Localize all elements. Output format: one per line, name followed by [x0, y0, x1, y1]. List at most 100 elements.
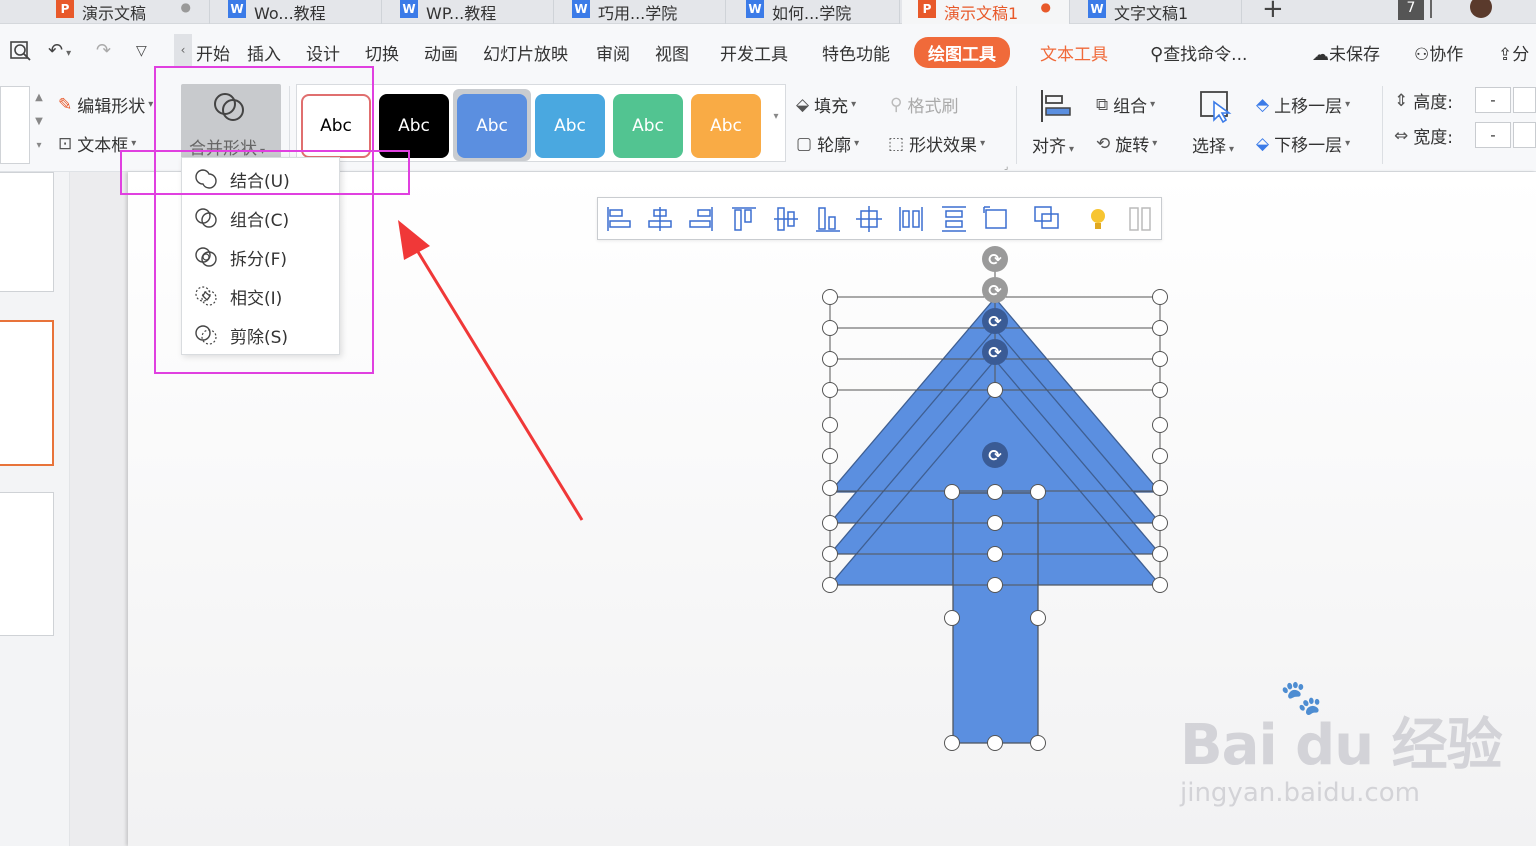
menu-review[interactable]: 审阅 — [596, 40, 630, 65]
tab-doc-3[interactable]: W WP...教程 — [384, 0, 554, 24]
avatar[interactable] — [1470, 0, 1492, 18]
collaborate-button[interactable]: ⚇协作 — [1414, 40, 1463, 65]
scroll-left-icon[interactable]: ‹ — [174, 34, 192, 66]
resize-handle[interactable] — [822, 320, 838, 336]
resize-handle[interactable] — [1030, 484, 1046, 500]
resize-handle[interactable] — [822, 351, 838, 367]
align-to-slide-icon[interactable] — [983, 206, 1007, 229]
distribute-horizontal-icon[interactable] — [899, 207, 923, 231]
resize-handle[interactable] — [944, 610, 960, 626]
dialog-launcher-icon[interactable]: ⌟ — [1004, 162, 1008, 172]
resize-handle[interactable] — [1152, 480, 1168, 496]
distribute-vertical-icon[interactable] — [942, 206, 966, 232]
resize-handle[interactable] — [944, 735, 960, 751]
resize-handle[interactable] — [1030, 610, 1046, 626]
undo-icon[interactable]: ↶ ▾ — [48, 40, 71, 61]
close-dot-icon[interactable]: ● — [181, 0, 191, 14]
align-bottom-icon[interactable] — [816, 207, 840, 232]
slide-thumbnail-selected[interactable] — [0, 320, 54, 466]
menu-design[interactable]: 设计 — [306, 40, 340, 65]
shape-gallery-preview[interactable] — [0, 86, 30, 164]
send-backward-button[interactable]: ⬙ 下移一层 ▾ — [1256, 131, 1350, 157]
menu-insert[interactable]: 插入 — [247, 40, 281, 65]
slide-thumbnail[interactable] — [0, 172, 54, 292]
style-sky[interactable]: Abc — [535, 94, 605, 158]
smart-suggest-icon[interactable] — [1091, 209, 1105, 229]
menu-slideshow[interactable]: 幻灯片放映 — [483, 40, 568, 65]
menu-developer[interactable]: 开发工具 — [720, 40, 788, 65]
rotate-handle-icon[interactable]: ⟳ — [982, 308, 1008, 334]
layout-panel-icon[interactable] — [1129, 207, 1151, 231]
menu-transition[interactable]: 切换 — [365, 40, 399, 65]
align-right-icon[interactable] — [689, 207, 713, 231]
resize-handle[interactable] — [1152, 515, 1168, 531]
style-blue[interactable]: Abc — [457, 94, 527, 158]
resize-handle[interactable] — [987, 515, 1003, 531]
resize-handle[interactable] — [1152, 382, 1168, 398]
resize-handle[interactable] — [987, 382, 1003, 398]
style-orange[interactable]: Abc — [691, 94, 761, 158]
resize-handle[interactable] — [1030, 735, 1046, 751]
resize-handle[interactable] — [822, 382, 838, 398]
rotate-handle-icon[interactable]: ⟳ — [982, 442, 1008, 468]
height-stepper[interactable] — [1513, 87, 1536, 113]
resize-handle[interactable] — [1152, 577, 1168, 593]
tab-doc-7[interactable]: W 文字文稿1 — [1072, 0, 1242, 24]
quick-access-more-icon[interactable]: ▽ — [136, 43, 147, 59]
search-command[interactable]: ⚲查找命令... — [1150, 40, 1247, 65]
style-green[interactable]: Abc — [613, 94, 683, 158]
resize-handle[interactable] — [822, 448, 838, 464]
menu-home[interactable]: 开始 — [196, 40, 230, 65]
align-button[interactable]: 对齐 ▾ — [1030, 86, 1082, 162]
menu-text-tools[interactable]: 文本工具 — [1040, 40, 1108, 65]
shape-effects-button[interactable]: ⬚ 形状效果 ▾ — [888, 131, 985, 157]
select-button[interactable]: 选择 ▾ — [1188, 86, 1244, 162]
format-painter-button[interactable]: ⚲ 格式刷 — [890, 92, 958, 118]
redo-icon[interactable]: ↷ — [96, 40, 111, 61]
resize-handle[interactable] — [1152, 448, 1168, 464]
resize-handle[interactable] — [822, 480, 838, 496]
outline-button[interactable]: ▢ 轮廓 ▾ — [796, 131, 859, 157]
menu-drawing-tools[interactable]: 绘图工具 — [914, 37, 1010, 68]
gallery-scroll-icon[interactable]: ▲ ▼ ▾ — [32, 86, 46, 164]
close-dot-icon[interactable]: ● — [1041, 0, 1051, 14]
resize-handle[interactable] — [1152, 351, 1168, 367]
resize-handle[interactable] — [987, 577, 1003, 593]
new-tab-button[interactable]: + — [1262, 0, 1284, 24]
distribute-center-icon[interactable] — [856, 206, 882, 232]
group-objects-icon[interactable] — [1034, 206, 1059, 229]
align-center-icon[interactable] — [648, 207, 672, 231]
resize-handle[interactable] — [822, 515, 838, 531]
tab-doc-5[interactable]: W 如何...学院 — [730, 0, 900, 24]
resize-handle[interactable] — [1152, 417, 1168, 433]
menu-special[interactable]: 特色功能 — [822, 40, 890, 65]
style-black[interactable]: Abc — [379, 94, 449, 158]
fill-button[interactable]: ⬙ 填充 ▾ — [796, 92, 856, 118]
resize-handle[interactable] — [822, 289, 838, 305]
bring-forward-button[interactable]: ⬘ 上移一层 ▾ — [1256, 92, 1350, 118]
resize-handle[interactable] — [1152, 546, 1168, 562]
resize-handle[interactable] — [1152, 320, 1168, 336]
width-input[interactable]: - — [1475, 122, 1511, 148]
resize-handle[interactable] — [944, 484, 960, 500]
group-button[interactable]: ⧉ 组合 ▾ — [1096, 92, 1155, 118]
align-middle-icon[interactable] — [774, 207, 798, 231]
rotate-handle-icon[interactable]: ⟳ — [982, 277, 1008, 303]
gallery-more-icon[interactable]: ▾ — [767, 85, 785, 161]
align-left-icon[interactable] — [607, 207, 631, 231]
resize-handle[interactable] — [987, 546, 1003, 562]
slide-thumbnail[interactable] — [0, 492, 54, 636]
resize-handle[interactable] — [822, 577, 838, 593]
rotate-handle-icon[interactable]: ⟳ — [982, 339, 1008, 365]
tab-doc-1[interactable]: P 演示文稿 ● — [40, 0, 210, 24]
height-input[interactable]: - — [1475, 87, 1511, 113]
rotate-handle-icon[interactable]: ⟳ — [982, 246, 1008, 272]
resize-handle[interactable] — [822, 546, 838, 562]
menu-view[interactable]: 视图 — [655, 40, 689, 65]
resize-handle[interactable] — [987, 735, 1003, 751]
tab-doc-4[interactable]: W 巧用...学院 — [556, 0, 726, 24]
rotate-button[interactable]: ⟲ 旋转 ▾ — [1096, 131, 1157, 157]
edit-shape-button[interactable]: ✎ 编辑形状 ▾ — [58, 92, 153, 118]
cloud-save-status[interactable]: ☁未保存 — [1312, 40, 1380, 65]
resize-handle[interactable] — [822, 417, 838, 433]
